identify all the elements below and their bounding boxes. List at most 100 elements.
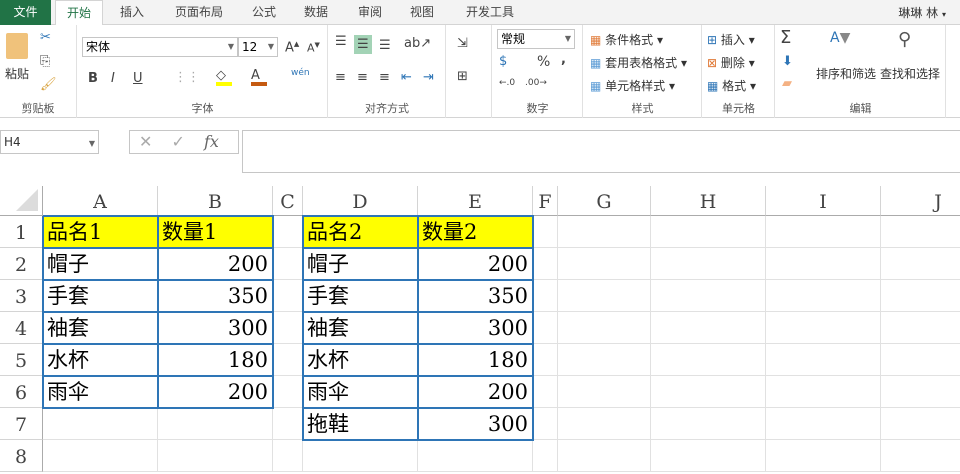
cell-G6[interactable] [558, 376, 651, 408]
fill-color-icon[interactable]: ◇ [216, 69, 232, 86]
align-bottom-icon[interactable]: ☰ [379, 39, 391, 52]
name-box[interactable]: H4 ▼ [0, 130, 99, 154]
sort-filter-button[interactable]: 排序和筛选 [816, 65, 876, 82]
cell-A1[interactable]: 品名1 [43, 216, 158, 248]
percent-button[interactable]: % [537, 55, 550, 69]
cell-J7[interactable] [881, 408, 960, 440]
font-name-select[interactable]: 宋体 ▼ [82, 37, 238, 57]
cell-J2[interactable] [881, 248, 960, 280]
accounting-format-icon[interactable]: $ [499, 55, 507, 68]
cell-D2[interactable]: 帽子 [303, 248, 418, 280]
format-cells-button[interactable]: ▦ 格式 ▾ [707, 77, 756, 94]
merge-center-icon[interactable]: ⊞ [457, 70, 468, 83]
cell-H3[interactable] [651, 280, 766, 312]
row-header-3[interactable]: 3 [0, 280, 43, 312]
row-header-4[interactable]: 4 [0, 312, 43, 344]
cell-J6[interactable] [881, 376, 960, 408]
cell-D5[interactable]: 水杯 [303, 344, 418, 376]
cell-H7[interactable] [651, 408, 766, 440]
cell-D6[interactable]: 雨伞 [303, 376, 418, 408]
cell-J1[interactable] [881, 216, 960, 248]
sort-filter-icon[interactable]: A▼ [830, 31, 850, 45]
user-account[interactable]: 琳琳 林 ▾ [898, 4, 946, 21]
tab-view[interactable]: 视图 [402, 0, 442, 25]
cell-F8[interactable] [533, 440, 558, 472]
cell-G4[interactable] [558, 312, 651, 344]
decrease-decimal-icon[interactable]: .00→ [525, 79, 547, 88]
row-header-5[interactable]: 5 [0, 344, 43, 376]
cell-I4[interactable] [766, 312, 881, 344]
cell-C1[interactable] [273, 216, 303, 248]
cell-G3[interactable] [558, 280, 651, 312]
cell-A4[interactable]: 袖套 [43, 312, 158, 344]
cell-G8[interactable] [558, 440, 651, 472]
cell-B3[interactable]: 350 [158, 280, 273, 312]
column-header-J[interactable]: J [881, 186, 960, 216]
cell-F6[interactable] [533, 376, 558, 408]
increase-decimal-icon[interactable]: ←.0 [499, 79, 515, 88]
cell-J8[interactable] [881, 440, 960, 472]
cell-C5[interactable] [273, 344, 303, 376]
cell-I8[interactable] [766, 440, 881, 472]
cut-icon[interactable]: ✂ [40, 31, 51, 44]
delete-cells-button[interactable]: ⊠ 删除 ▾ [707, 54, 755, 71]
cell-A3[interactable]: 手套 [43, 280, 158, 312]
cell-E4[interactable]: 300 [418, 312, 533, 344]
cell-F3[interactable] [533, 280, 558, 312]
paste-icon[interactable] [6, 33, 28, 59]
insert-function-button[interactable]: fx [204, 132, 219, 151]
cell-C7[interactable] [273, 408, 303, 440]
row-header-7[interactable]: 7 [0, 408, 43, 440]
cell-G2[interactable] [558, 248, 651, 280]
cell-H2[interactable] [651, 248, 766, 280]
column-header-I[interactable]: I [766, 186, 881, 216]
cell-C2[interactable] [273, 248, 303, 280]
column-header-C[interactable]: C [273, 186, 303, 216]
cell-F7[interactable] [533, 408, 558, 440]
fill-icon[interactable]: ⬇ [782, 55, 793, 68]
autosum-button[interactable]: Σ [780, 29, 791, 47]
format-painter-icon[interactable]: 🖌 [40, 78, 57, 91]
cell-B1[interactable]: 数量1 [158, 216, 273, 248]
tab-formulas[interactable]: 公式 [244, 0, 284, 25]
row-header-6[interactable]: 6 [0, 376, 43, 408]
cell-I2[interactable] [766, 248, 881, 280]
cell-H5[interactable] [651, 344, 766, 376]
grow-font-icon[interactable]: A▲ [285, 41, 299, 55]
cell-A2[interactable]: 帽子 [43, 248, 158, 280]
orientation-icon[interactable]: ab↗ [404, 37, 431, 50]
tab-home[interactable]: 开始 [55, 0, 103, 26]
cell-E5[interactable]: 180 [418, 344, 533, 376]
cell-E2[interactable]: 200 [418, 248, 533, 280]
cell-D7[interactable]: 拖鞋 [303, 408, 418, 440]
cell-A7[interactable] [43, 408, 158, 440]
conditional-formatting-button[interactable]: ▦ 条件格式 ▾ [590, 31, 663, 48]
cell-A8[interactable] [43, 440, 158, 472]
number-format-select[interactable]: 常规 ▼ [497, 29, 575, 49]
row-header-2[interactable]: 2 [0, 248, 43, 280]
align-middle-icon[interactable]: ☰ [354, 35, 372, 54]
cell-E7[interactable]: 300 [418, 408, 533, 440]
cell-E6[interactable]: 200 [418, 376, 533, 408]
align-top-icon[interactable]: ☰ [335, 35, 347, 48]
cell-C8[interactable] [273, 440, 303, 472]
cell-A6[interactable]: 雨伞 [43, 376, 158, 408]
tab-insert[interactable]: 插入 [110, 0, 154, 25]
cell-D8[interactable] [303, 440, 418, 472]
cell-I3[interactable] [766, 280, 881, 312]
cell-H8[interactable] [651, 440, 766, 472]
cell-F4[interactable] [533, 312, 558, 344]
cell-F2[interactable] [533, 248, 558, 280]
cell-B6[interactable]: 200 [158, 376, 273, 408]
cell-A5[interactable]: 水杯 [43, 344, 158, 376]
cell-E3[interactable]: 350 [418, 280, 533, 312]
select-all-button[interactable] [0, 186, 43, 216]
find-select-button[interactable]: 查找和选择 [880, 65, 940, 82]
cell-J4[interactable] [881, 312, 960, 344]
cell-G5[interactable] [558, 344, 651, 376]
cell-B2[interactable]: 200 [158, 248, 273, 280]
cell-J5[interactable] [881, 344, 960, 376]
align-center-icon[interactable]: ≡ [357, 71, 368, 84]
cell-B4[interactable]: 300 [158, 312, 273, 344]
cell-H1[interactable] [651, 216, 766, 248]
